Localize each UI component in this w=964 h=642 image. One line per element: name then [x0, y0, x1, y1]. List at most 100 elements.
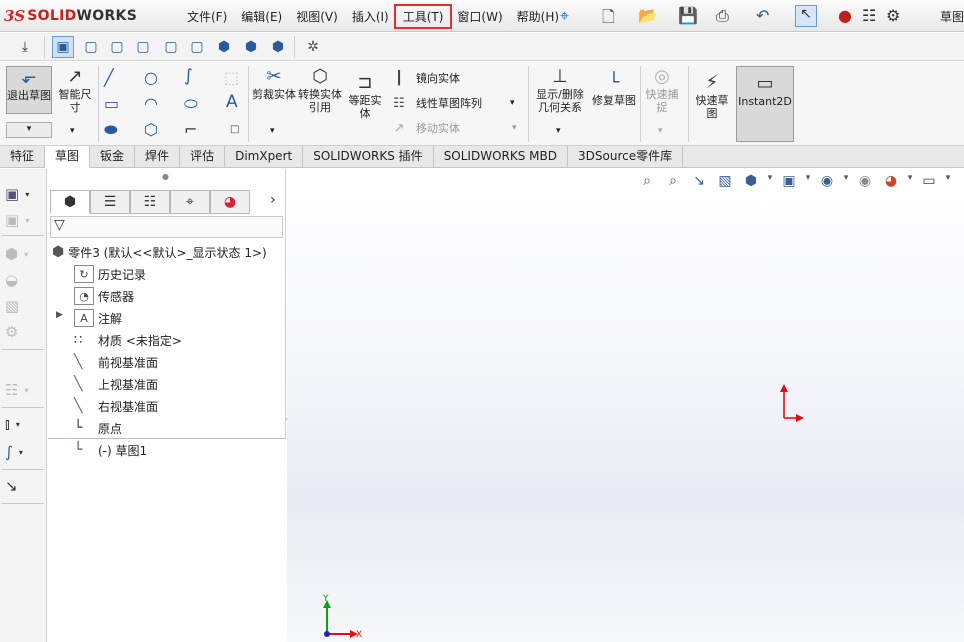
print-icon[interactable]: ⎙ [716, 6, 729, 26]
file-properties-icon[interactable]: ☷ [862, 6, 876, 25]
view-front-icon[interactable]: ▢ [80, 36, 102, 58]
zoom-to-area-icon[interactable]: ⌕ [662, 173, 684, 189]
tree-item-origin[interactable]: └ 原点 [74, 418, 122, 438]
new-document-icon[interactable]: 🗋 [602, 6, 615, 33]
filter-funnel-icon[interactable]: ▽ [54, 217, 65, 233]
relations-dropdown[interactable]: ▾ [556, 126, 561, 136]
section-view-icon[interactable]: ▧ [714, 173, 736, 189]
menu-insert[interactable]: 插入(I) [345, 6, 396, 27]
configuration-manager-tab-icon[interactable]: ☷ [130, 190, 170, 214]
instant2d-button[interactable]: ▭ Instant2D [736, 66, 794, 142]
tree-filter[interactable]: ▽ [50, 216, 283, 238]
previous-view-icon[interactable]: ↘ [688, 173, 710, 189]
view-right-icon[interactable]: ▢ [160, 36, 182, 58]
panel-grip-icon[interactable]: ● [162, 172, 169, 181]
rapid-sketch-button[interactable]: ⚡ 快速草图 [692, 72, 732, 124]
move-entities-dropdown[interactable]: ▾ [512, 123, 517, 133]
smart-dimension-button[interactable]: ↗ 智能尺寸 [54, 66, 96, 118]
tree-item-annotations[interactable]: A 注解 [74, 308, 122, 328]
offset-entities-button[interactable]: ⊐ 等距实体 [344, 72, 386, 124]
quick-snaps-dropdown[interactable]: ▾ [658, 126, 663, 136]
display-delete-relations-button[interactable]: ⊥ 显示/删除几何关系 [532, 66, 588, 118]
undo-icon[interactable]: ↶ [756, 6, 769, 25]
property-manager-tab-icon[interactable]: ☰ [90, 190, 130, 214]
linear-pattern-dropdown[interactable]: ▾ [510, 98, 515, 108]
zoom-to-fit-icon[interactable]: ⌕ [636, 173, 658, 189]
save-icon[interactable]: 💾 [678, 6, 698, 25]
view-iso-icon[interactable]: ⬢ [213, 36, 235, 58]
cube-view-icon[interactable]: ▣ [52, 36, 74, 58]
open-folder-icon[interactable]: 📂 [638, 6, 658, 25]
extrude-boss-icon[interactable]: ▣ ▾ [5, 183, 43, 205]
menu-tools[interactable]: 工具(T) [393, 3, 453, 29]
trim-entities-button[interactable]: ✂ 剪裁实体 [252, 66, 296, 118]
tree-item-front-plane[interactable]: ╲ 前视基准面 [74, 352, 158, 372]
display-manager-tab-icon[interactable]: ◕ [210, 190, 250, 214]
tab-weldments[interactable]: 焊件 [135, 146, 181, 168]
view-settings-icon[interactable]: ▭ [918, 173, 940, 189]
menu-edit[interactable]: 编辑(E) [234, 6, 289, 27]
tree-item-sensors[interactable]: ◔ 传感器 [74, 286, 134, 306]
convert-entities-button[interactable]: ⬡ 转换实体引用 [298, 66, 342, 118]
flashlight-icon[interactable]: ✲ [302, 36, 324, 58]
view-dimetric-icon[interactable]: ⬢ [240, 36, 262, 58]
tab-dimxpert[interactable]: DimXpert [225, 146, 304, 168]
exit-sketch-button[interactable]: ⬐ 退出草图 [6, 66, 52, 114]
options-gear-icon[interactable]: ⚙ [886, 6, 900, 25]
tab-3dsource[interactable]: 3DSource零件库 [568, 146, 684, 168]
tab-sheet-metal[interactable]: 钣金 [90, 146, 136, 168]
view-top-icon[interactable]: ▢ [186, 36, 208, 58]
trim-dropdown[interactable]: ▾ [270, 126, 275, 136]
view-left-icon[interactable]: ▢ [132, 36, 154, 58]
polygon-icon[interactable]: ⬡ [144, 120, 158, 139]
tree-item-right-plane[interactable]: ╲ 右视基准面 [74, 396, 158, 416]
top-right-label[interactable]: 草图 [940, 8, 964, 25]
feature-manager-tab-icon[interactable]: ⬢ [50, 190, 90, 214]
menu-window[interactable]: 窗口(W) [450, 6, 509, 27]
graphics-area[interactable] [287, 169, 964, 642]
tree-item-sketch1[interactable]: └ (-) 草图1 [74, 440, 147, 460]
rectangle-icon[interactable]: ▭ [104, 94, 119, 113]
hide-show-items-icon[interactable]: ◉ [854, 173, 876, 189]
repair-sketch-button[interactable]: └ 修复草图 [592, 72, 636, 124]
slot-icon[interactable]: ⬬ [104, 120, 118, 140]
tab-mbd[interactable]: SOLIDWORKS MBD [434, 146, 568, 168]
tree-item-history[interactable]: ↻ 历史记录 [74, 264, 146, 284]
tab-evaluate[interactable]: 评估 [180, 146, 226, 168]
view-back-icon[interactable]: ▢ [106, 36, 128, 58]
quick-snaps-button[interactable]: ◎ 快速捕捉 [642, 66, 682, 118]
fillet-icon[interactable]: ⌐ [184, 120, 197, 139]
exit-sketch-dropdown[interactable]: ▾ [6, 122, 52, 138]
select-cursor-icon[interactable]: ↖ [795, 5, 817, 27]
linear-sketch-pattern-button[interactable]: ☷ 线性草图阵列 ▾ [390, 95, 515, 111]
annotations-expand-icon[interactable]: ▶ [56, 310, 63, 320]
tree-root-part[interactable]: ⬢ 零件3 (默认<<默认>_显示状态 1>) [52, 242, 267, 262]
reference-geometry-icon[interactable]: ⫾ ▾ [5, 413, 43, 435]
line-icon[interactable]: ╱ [104, 68, 114, 87]
circle-icon[interactable]: ○ [144, 68, 158, 87]
arc-icon[interactable]: ◠ [144, 94, 158, 113]
tree-item-material[interactable]: ∷ 材质 <未指定> [74, 330, 182, 350]
menu-help[interactable]: 帮助(H) [510, 6, 566, 27]
tab-addins[interactable]: SOLIDWORKS 插件 [303, 146, 434, 168]
mirror-entities-button[interactable]: ┃ 镜向实体 [390, 70, 460, 86]
menu-file[interactable]: 文件(F) [180, 6, 234, 27]
dimxpert-manager-tab-icon[interactable]: ⌖ [170, 190, 210, 214]
panel-expand-chevron-icon[interactable]: › [270, 192, 276, 208]
spline-icon[interactable]: ∫ [184, 66, 193, 86]
move-entities-button[interactable]: ↗ 移动实体 ▾ [390, 120, 517, 136]
curves-icon[interactable]: ∫ ▾ [5, 441, 43, 463]
display-style-icon[interactable]: ◉ [816, 173, 838, 189]
view-trimetric-icon[interactable]: ⬢ [267, 36, 289, 58]
point-icon[interactable]: □ [230, 124, 239, 135]
menu-view[interactable]: 视图(V) [289, 6, 345, 27]
smart-dimension-dropdown[interactable]: ▾ [70, 126, 75, 136]
appearance-icon[interactable]: ◕ [880, 173, 902, 189]
pin-icon[interactable]: ⌖ [560, 6, 569, 26]
ellipse-icon[interactable]: ⬭ [184, 94, 198, 114]
tab-sketch[interactable]: 草图 [45, 146, 91, 168]
normal-to-icon[interactable]: ⤓ [14, 36, 36, 58]
tree-item-top-plane[interactable]: ╲ 上视基准面 [74, 374, 158, 394]
view-orientation-icon[interactable]: ▣ [778, 173, 800, 189]
tab-features[interactable]: 特征 [0, 146, 46, 168]
